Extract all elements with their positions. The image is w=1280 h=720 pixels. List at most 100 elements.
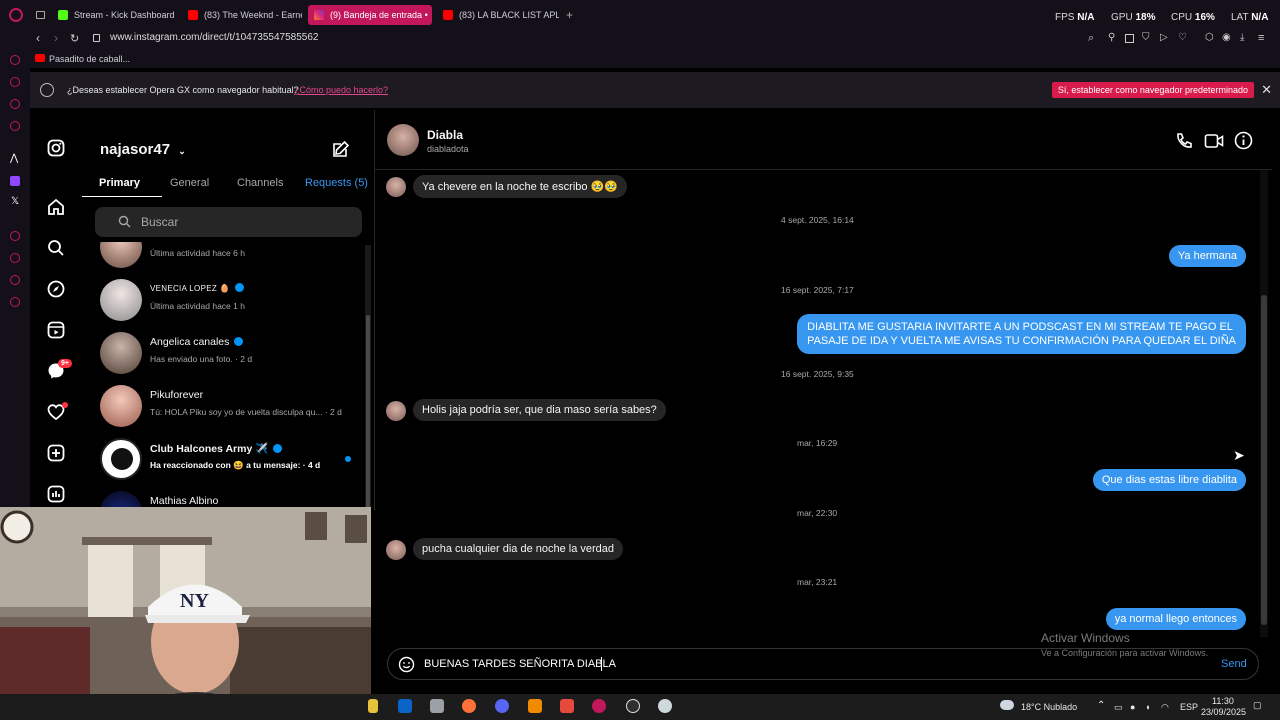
notifications-icon[interactable]: ▢: [1253, 700, 1262, 711]
weather-text[interactable]: 18°C Nublado: [1021, 702, 1077, 712]
search-input[interactable]: Buscar: [141, 215, 178, 229]
message-bubble-received[interactable]: Ya chevere en la noche te escribo 🥹🥹: [413, 175, 627, 198]
language-indicator[interactable]: ESP: [1180, 702, 1198, 712]
message-composer[interactable]: BUENAS TARDES SEÑORITA DIABLA Send: [387, 648, 1259, 680]
list-item[interactable]: Angelica canales Has enviado una foto. ·…: [82, 328, 367, 380]
dashboard-icon[interactable]: [47, 485, 65, 503]
message-bubble-sent[interactable]: DIABLITA ME GUSTARIA INVITARTE A UN PODS…: [797, 314, 1246, 354]
message-bubble-sent[interactable]: Que dias estas libre diablita: [1092, 469, 1246, 491]
mic-icon[interactable]: ●: [1130, 702, 1135, 712]
message-bubble-sent[interactable]: ya normal llego entonces: [1105, 608, 1246, 630]
sidebar-icon[interactable]: [10, 275, 20, 285]
obs-icon[interactable]: [626, 699, 640, 713]
list-item[interactable]: VENECIA LOPEZ 🥚 Última actividad hace 1 …: [82, 275, 367, 327]
message-bubble-received[interactable]: Holis jaja podría ser, que dia maso serí…: [413, 399, 666, 421]
video-call-icon[interactable]: [1204, 132, 1224, 150]
opera-gx-icon[interactable]: [592, 699, 606, 713]
home-icon[interactable]: [47, 198, 65, 216]
zoom-icon[interactable]: ⌕: [1088, 32, 1094, 45]
heart-icon[interactable]: ♡: [1178, 32, 1187, 43]
chat-contact-name[interactable]: Diabla: [427, 128, 463, 142]
message-bubble-received[interactable]: pucha cualquier dia de noche la verdad: [413, 538, 624, 560]
sidebar-icon[interactable]: [10, 55, 20, 65]
avatar[interactable]: [387, 124, 419, 156]
download-icon[interactable]: ⤓: [1240, 32, 1244, 43]
sidebar-icon[interactable]: [10, 231, 20, 241]
pin-icon[interactable]: ⚲: [1108, 32, 1115, 43]
sidebar-icon[interactable]: ⋀: [10, 153, 18, 164]
instagram-logo-icon[interactable]: [47, 139, 65, 157]
tab-primary[interactable]: Primary: [99, 177, 140, 189]
back-icon[interactable]: ‹: [36, 31, 40, 45]
profile-icon[interactable]: ◉: [1222, 32, 1231, 43]
list-item[interactable]: Club Halcones Army ✈️ Ha reaccionado con…: [82, 434, 367, 486]
outlook-icon[interactable]: [398, 699, 412, 713]
firefox-icon[interactable]: [462, 699, 476, 713]
tab-channels[interactable]: Channels: [237, 177, 283, 189]
forward-icon[interactable]: ›: [54, 31, 58, 45]
bookmark-item[interactable]: Pasadito de caball...: [49, 54, 130, 64]
account-switcher[interactable]: najasor47 ⌄: [100, 141, 186, 158]
discord-icon[interactable]: [495, 699, 509, 713]
notice-help-link[interactable]: ¿Cómo puedo hacerlo?: [294, 85, 388, 95]
instagram-nav-rail: 9+: [30, 110, 82, 510]
x-icon[interactable]: 𝕏: [11, 196, 19, 207]
search-box[interactable]: Buscar: [95, 207, 362, 237]
vlc-icon[interactable]: [528, 699, 542, 713]
new-message-icon[interactable]: [332, 140, 350, 158]
opera-logo-icon[interactable]: [9, 8, 23, 22]
sidebar-icon[interactable]: [10, 77, 20, 87]
create-icon[interactable]: [47, 444, 65, 462]
network-icon[interactable]: ▭: [1114, 702, 1123, 713]
tab-instagram-inbox[interactable]: (9) Bandeja de entrada •: [308, 5, 432, 25]
twitch-icon[interactable]: [10, 176, 20, 186]
tray-expand-icon[interactable]: ⌃: [1097, 700, 1105, 711]
tab-kick-dashboard[interactable]: Stream - Kick Dashboard: [52, 5, 180, 25]
wifi-icon[interactable]: ◠: [1161, 702, 1169, 713]
list-item[interactable]: Última actividad hace 6 h: [82, 242, 367, 274]
set-default-button[interactable]: Sí, establecer como navegador predetermi…: [1051, 82, 1254, 98]
volume-icon[interactable]: ◖: [1145, 702, 1150, 712]
explore-icon[interactable]: [47, 280, 65, 298]
tab-label: (83) LA BLACK LIST APLA: [459, 10, 559, 20]
sidebar-icon[interactable]: [10, 297, 20, 307]
message-avatar: [386, 540, 406, 560]
vpn-icon[interactable]: ▷: [1160, 32, 1168, 43]
list-item[interactable]: Pikuforever Tú: HOLA Piku soy yo de vuel…: [82, 381, 367, 433]
shield-icon[interactable]: ⛉: [1142, 32, 1150, 43]
message-input[interactable]: BUENAS TARDES SEÑORITA DIABLA: [424, 658, 616, 670]
new-tab-button[interactable]: +: [566, 8, 573, 22]
mouse-cursor-icon: ➤: [1233, 447, 1245, 463]
taskbar-app-icon[interactable]: [368, 699, 378, 713]
extensions-icon[interactable]: ⬡: [1205, 32, 1214, 43]
phone-icon[interactable]: [1175, 132, 1193, 150]
message-bubble-sent[interactable]: Ya hermana: [1168, 245, 1246, 267]
tab-requests[interactable]: Requests (5): [305, 177, 368, 189]
send-button[interactable]: Send: [1221, 658, 1247, 670]
tab-youtube-weeknd[interactable]: (83) The Weeknd - Earne: [182, 5, 302, 25]
close-icon[interactable]: ✕: [1261, 82, 1272, 98]
info-icon[interactable]: [1234, 131, 1253, 150]
inbox-scrollbar[interactable]: [365, 245, 371, 510]
reels-icon[interactable]: [47, 321, 65, 339]
emoji-icon[interactable]: [398, 656, 415, 673]
tab-youtube-blacklist[interactable]: (83) LA BLACK LIST APLA: [437, 5, 559, 25]
snapshot-icon[interactable]: [1125, 34, 1134, 43]
search-icon[interactable]: [47, 239, 65, 257]
reload-icon[interactable]: ↻: [70, 32, 79, 45]
sidebar-icon[interactable]: [10, 121, 20, 131]
app-icon[interactable]: [560, 699, 574, 713]
app-icon[interactable]: [658, 699, 672, 713]
sidebar-icon[interactable]: [10, 99, 20, 109]
chat-scrollbar[interactable]: [1260, 170, 1268, 637]
file-explorer-icon[interactable]: [430, 699, 444, 713]
unread-badge: 9+: [58, 359, 72, 368]
tab-general[interactable]: General: [170, 177, 209, 189]
menu-icon[interactable]: ≡: [1258, 32, 1264, 44]
verified-icon: [234, 283, 244, 292]
sidebar-icon[interactable]: [10, 253, 20, 263]
clock-date[interactable]: 23/09/2025: [1201, 707, 1246, 717]
clock-time[interactable]: 11:30: [1212, 696, 1234, 706]
tab-manager-icon[interactable]: [36, 11, 45, 19]
url-input[interactable]: www.instagram.com/direct/t/1047355475855…: [110, 32, 318, 43]
